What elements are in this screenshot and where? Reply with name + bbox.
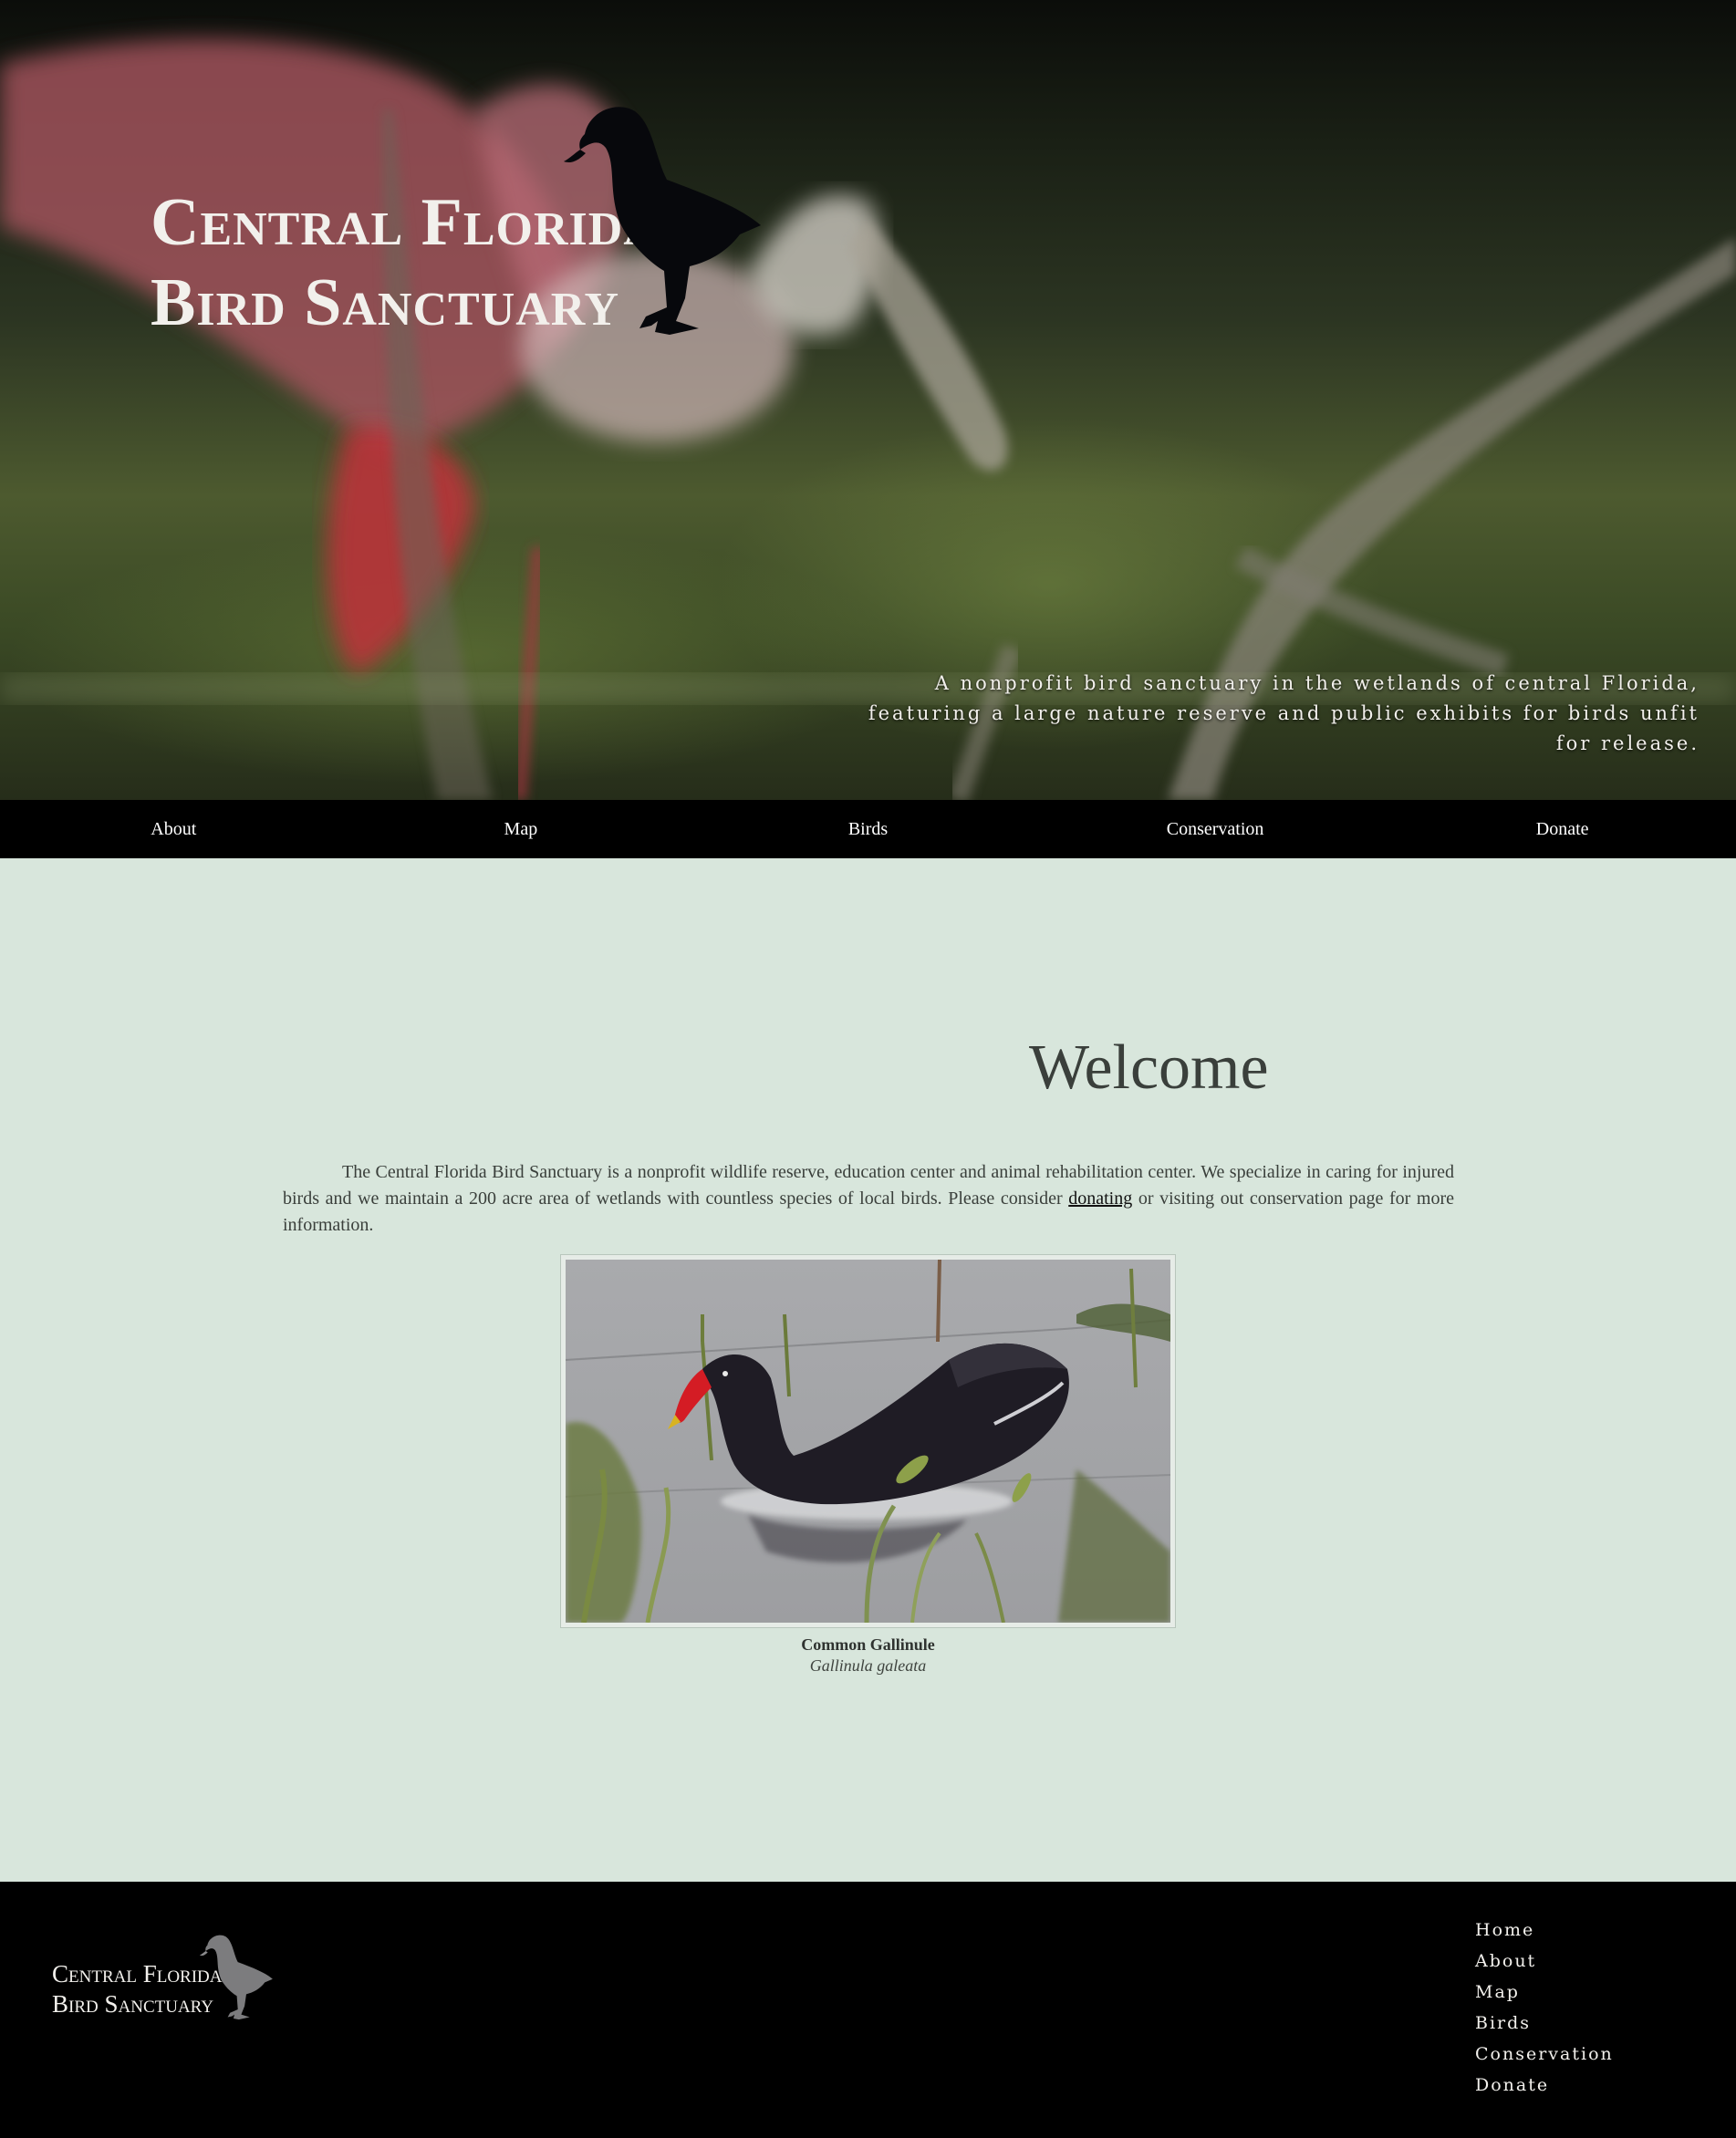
footer-link-home[interactable]: Home — [1475, 1920, 1534, 1940]
main-navigation: About Map Birds Conservation Donate — [0, 800, 1736, 858]
donating-link[interactable]: donating — [1068, 1188, 1132, 1209]
photo-caption: Common Gallinule Gallinula galeata — [560, 1635, 1176, 1676]
nav-item-about[interactable]: About — [0, 800, 348, 858]
footer-gallinule-logo-icon — [199, 1935, 273, 2020]
footer-navigation: Home About Map Birds Conservation Donate — [1475, 1920, 1614, 2106]
common-gallinule-photo — [566, 1260, 1170, 1623]
photo-frame — [560, 1254, 1176, 1628]
footer-link-map[interactable]: Map — [1475, 1982, 1520, 2002]
gallinule-logo-icon — [564, 107, 761, 335]
site-footer: Central Florida Bird Sanctuary Home Abou… — [0, 1882, 1736, 2138]
intro-paragraph: The Central Florida Bird Sanctuary is a … — [283, 1159, 1454, 1239]
hero-banner: Central Florida Bird Sanctuary A nonprof… — [0, 0, 1736, 800]
footer-link-birds[interactable]: Birds — [1475, 2013, 1531, 2033]
nav-item-donate[interactable]: Donate — [1388, 800, 1736, 858]
footer-link-conservation[interactable]: Conservation — [1475, 2044, 1614, 2064]
nav-item-conservation[interactable]: Conservation — [1042, 800, 1389, 858]
nav-item-birds[interactable]: Birds — [694, 800, 1042, 858]
footer-link-about[interactable]: About — [1475, 1951, 1536, 1971]
main-content: Welcome The Central Florida Bird Sanctua… — [0, 858, 1736, 1882]
caption-common-name: Common Gallinule — [801, 1635, 935, 1654]
nav-item-map[interactable]: Map — [348, 800, 695, 858]
featured-bird-figure: Common Gallinule Gallinula galeata — [560, 1254, 1176, 1676]
caption-scientific-name: Gallinula galeata — [809, 1656, 927, 1675]
hero-tagline: A nonprofit bird sanctuary in the wetlan… — [868, 672, 1700, 754]
footer-link-donate[interactable]: Donate — [1475, 2075, 1549, 2095]
welcome-heading: Welcome — [1029, 1033, 1269, 1103]
